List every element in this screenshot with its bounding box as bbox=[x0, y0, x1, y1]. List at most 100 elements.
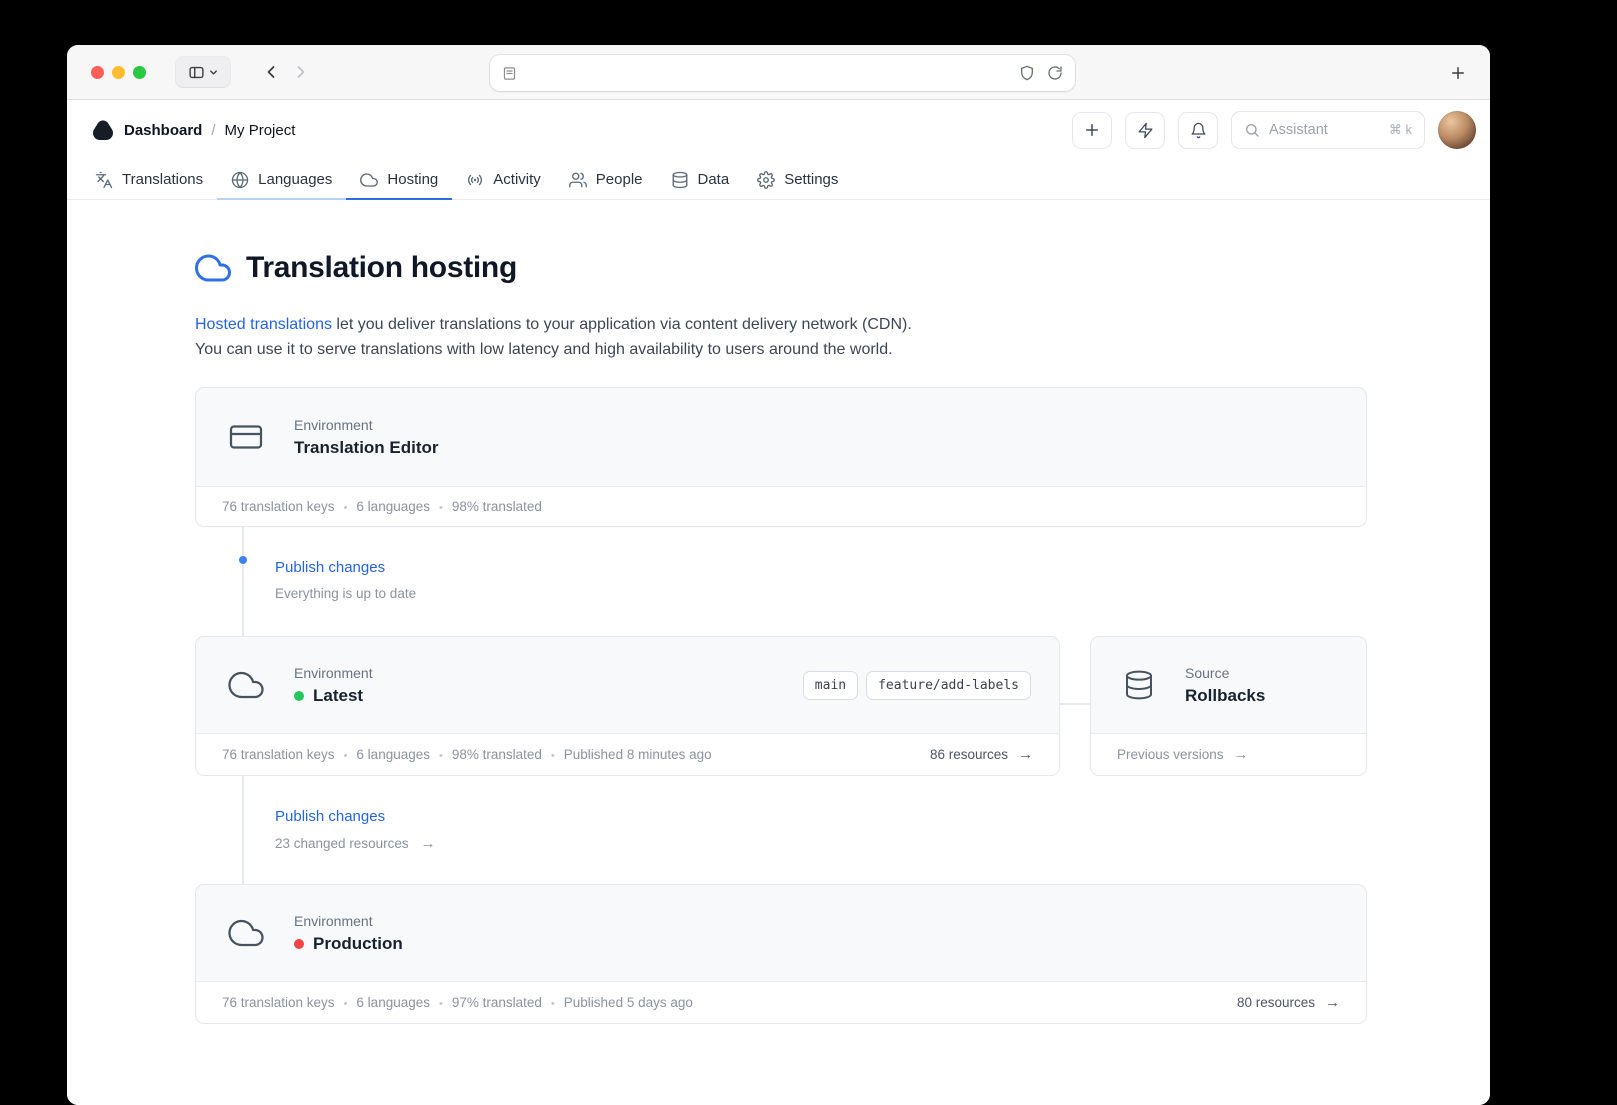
close-button[interactable] bbox=[91, 66, 104, 79]
tab-settings[interactable]: Settings bbox=[743, 160, 852, 199]
address-bar[interactable] bbox=[490, 55, 1075, 91]
breadcrumb-project[interactable]: My Project bbox=[225, 122, 296, 139]
hosted-translations-link[interactable]: Hosted translations bbox=[195, 316, 332, 333]
breadcrumb: Dashboard / My Project bbox=[124, 122, 295, 139]
reload-icon[interactable] bbox=[1047, 65, 1063, 81]
source-card-rollbacks[interactable]: Source Rollbacks Previous versions→ bbox=[1090, 636, 1367, 776]
tab-label: People bbox=[596, 171, 643, 188]
database-icon bbox=[1123, 667, 1155, 703]
timeline-connector bbox=[242, 527, 244, 636]
publish-section-1: Publish changes Everything is up to date bbox=[195, 527, 1367, 636]
tab-hosting[interactable]: Hosting bbox=[346, 160, 452, 199]
breadcrumb-dashboard[interactable]: Dashboard bbox=[124, 122, 202, 139]
previous-versions-link[interactable]: Previous versions→ bbox=[1117, 746, 1249, 763]
users-icon bbox=[569, 171, 587, 189]
environment-card-production[interactable]: Environment Production 76 translation ke… bbox=[195, 884, 1367, 1024]
tab-label: Translations bbox=[122, 171, 203, 188]
quick-actions-button[interactable] bbox=[1125, 112, 1165, 149]
environment-stats: 76 translation keys 6 languages 97% tran… bbox=[222, 995, 693, 1010]
new-tab-button[interactable] bbox=[1442, 57, 1474, 89]
assistant-placeholder: Assistant bbox=[1269, 122, 1328, 138]
status-dot-red bbox=[294, 939, 304, 949]
stat-published: Published 5 days ago bbox=[551, 995, 693, 1010]
source-name: Rollbacks bbox=[1185, 686, 1265, 706]
publish-status[interactable]: 23 changed resources→ bbox=[275, 835, 436, 852]
privacy-icon[interactable] bbox=[1019, 65, 1035, 81]
reader-icon bbox=[502, 66, 517, 81]
chevron-down-icon bbox=[208, 67, 219, 78]
sidebar-toggle-button[interactable] bbox=[176, 57, 230, 87]
hosting-page: Translation hosting Hosted translations … bbox=[67, 200, 1490, 1104]
tab-data[interactable]: Data bbox=[657, 160, 744, 199]
bell-icon bbox=[1190, 122, 1207, 139]
breadcrumb-separator: / bbox=[211, 122, 215, 139]
cloud-icon bbox=[195, 250, 231, 286]
assistant-shortcut: ⌘ k bbox=[1389, 122, 1412, 138]
minimize-button[interactable] bbox=[112, 66, 125, 79]
search-icon bbox=[1244, 122, 1260, 138]
intro-line1: let you deliver translations to your app… bbox=[332, 316, 912, 333]
timeline-connector bbox=[242, 776, 244, 884]
publish-status: Everything is up to date bbox=[275, 586, 416, 601]
forward-button[interactable] bbox=[286, 57, 316, 87]
stat-keys: 76 translation keys bbox=[222, 747, 335, 762]
assistant-search[interactable]: Assistant ⌘ k bbox=[1231, 111, 1425, 149]
branch-tag-main[interactable]: main bbox=[803, 671, 858, 700]
environment-card-latest[interactable]: Environment Latest main feature/add-labe… bbox=[195, 636, 1060, 776]
stat-languages: 6 languages bbox=[344, 995, 430, 1010]
environment-stats: 76 translation keys 6 languages 98% tran… bbox=[222, 499, 542, 514]
tab-languages[interactable]: Languages bbox=[217, 160, 346, 199]
cloud-icon bbox=[360, 171, 378, 189]
stat-published: Published 8 minutes ago bbox=[551, 747, 712, 762]
tab-label: Hosting bbox=[387, 171, 438, 188]
tab-label: Settings bbox=[784, 171, 838, 188]
stat-languages: 6 languages bbox=[344, 747, 430, 762]
translate-icon bbox=[95, 171, 113, 189]
app-logo[interactable] bbox=[91, 118, 115, 142]
arrow-right-icon: → bbox=[1018, 746, 1033, 763]
environment-label: Environment bbox=[294, 913, 403, 929]
status-dot-green bbox=[294, 691, 304, 701]
plus-icon bbox=[1449, 64, 1467, 82]
browser-toolbar bbox=[67, 45, 1490, 100]
arrow-right-icon: → bbox=[421, 835, 436, 852]
environment-label: Environment bbox=[294, 417, 439, 433]
tab-translations[interactable]: Translations bbox=[81, 160, 217, 199]
database-icon bbox=[671, 171, 689, 189]
tab-activity[interactable]: Activity bbox=[452, 160, 555, 199]
back-button[interactable] bbox=[256, 57, 286, 87]
add-button[interactable] bbox=[1072, 112, 1112, 149]
publish-changes-link[interactable]: Publish changes bbox=[275, 559, 385, 576]
stat-languages: 6 languages bbox=[344, 499, 430, 514]
plus-icon bbox=[1083, 121, 1101, 139]
window-icon bbox=[228, 419, 264, 455]
chevron-left-icon bbox=[261, 62, 281, 82]
zoom-button[interactable] bbox=[133, 66, 146, 79]
environment-card-editor[interactable]: Environment Translation Editor 76 transl… bbox=[195, 387, 1367, 527]
avatar[interactable] bbox=[1438, 111, 1476, 149]
chevron-right-icon bbox=[291, 62, 311, 82]
environment-label: Environment bbox=[294, 665, 373, 681]
zap-icon bbox=[1137, 122, 1154, 139]
project-tabbar: Translations Languages Hosting Activity … bbox=[67, 160, 1490, 200]
notifications-button[interactable] bbox=[1178, 112, 1218, 149]
tab-label: Languages bbox=[258, 171, 332, 188]
branch-tag-feature[interactable]: feature/add-labels bbox=[866, 671, 1031, 700]
publish-changes-link[interactable]: Publish changes bbox=[275, 808, 385, 825]
tab-people[interactable]: People bbox=[555, 160, 657, 199]
source-label: Source bbox=[1185, 665, 1265, 681]
sidebar-icon bbox=[188, 64, 205, 81]
intro-line2: You can use it to serve translations wit… bbox=[195, 337, 1490, 362]
gear-icon bbox=[757, 171, 775, 189]
arrow-right-icon: → bbox=[1325, 994, 1340, 1011]
cloud-icon bbox=[228, 915, 264, 951]
resources-link[interactable]: 86 resources→ bbox=[930, 746, 1033, 763]
branch-tags: main feature/add-labels bbox=[803, 671, 1031, 700]
tab-label: Activity bbox=[493, 171, 541, 188]
timeline-dot bbox=[239, 556, 247, 564]
tab-label: Data bbox=[698, 171, 730, 188]
stat-keys: 76 translation keys bbox=[222, 499, 335, 514]
cloud-icon bbox=[228, 667, 264, 703]
stat-translated: 97% translated bbox=[439, 995, 542, 1010]
resources-link[interactable]: 80 resources→ bbox=[1237, 994, 1340, 1011]
